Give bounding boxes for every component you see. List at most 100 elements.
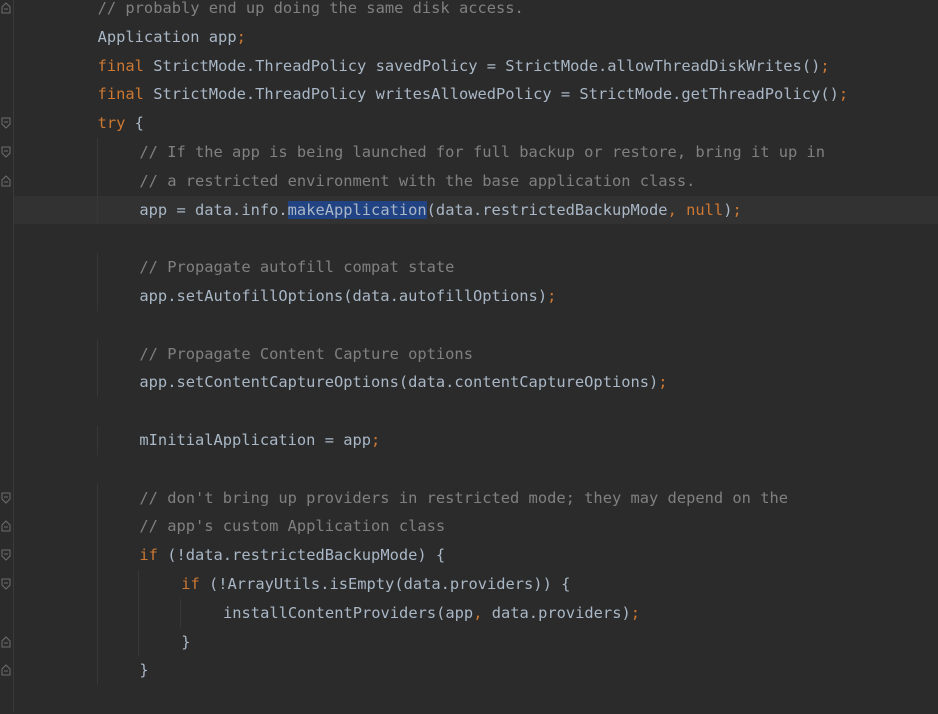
- code-token: ;: [630, 603, 641, 622]
- editor-gutter: [0, 0, 14, 712]
- code-comment: // app's custom Application class: [139, 517, 446, 536]
- fold-start-icon[interactable]: [1, 117, 11, 129]
- code-line[interactable]: // app's custom Application class: [14, 512, 938, 542]
- code-token: ;: [236, 27, 246, 46]
- code-line[interactable]: // Propagate Content Capture options: [14, 339, 938, 369]
- code-keyword: try: [97, 114, 135, 133]
- fold-start-icon[interactable]: [1, 146, 11, 158]
- indent-guide: [96, 339, 98, 369]
- code-token: StrictMode.ThreadPolicy savedPolicy = St…: [153, 56, 821, 75]
- code-comment: // probably end up doing the same disk a…: [97, 0, 524, 17]
- code-keyword: if: [139, 546, 168, 565]
- code-line-content: // Propagate autofill compat state: [139, 253, 454, 282]
- indent-guide: [96, 166, 98, 196]
- code-line[interactable]: }: [14, 656, 938, 686]
- code-token: Application app: [97, 27, 237, 46]
- indent-guide: [96, 569, 98, 599]
- fold-end-icon[interactable]: [1, 175, 11, 187]
- code-keyword: if: [181, 574, 209, 593]
- code-comment: // Propagate autofill compat state: [139, 258, 455, 277]
- code-line[interactable]: final StrictMode.ThreadPolicy writesAllo…: [14, 80, 938, 109]
- code-line[interactable]: }: [14, 627, 938, 657]
- code-line[interactable]: [14, 455, 938, 484]
- code-keyword: null: [686, 200, 724, 219]
- code-token: installContentProviders(app: [223, 603, 474, 622]
- code-line-content: if (!ArrayUtils.isEmpty(data.providers))…: [181, 570, 570, 599]
- indent-guide: [96, 512, 98, 542]
- code-line-content: app.setAutofillOptions(data.autofillOpti…: [139, 282, 556, 311]
- code-comment: // a restricted environment with the bas…: [139, 171, 696, 190]
- code-token: ;: [820, 56, 830, 75]
- code-line[interactable]: // If the app is being launched for full…: [14, 137, 938, 167]
- indent-guide: [138, 569, 140, 599]
- code-line-content: // Propagate Content Capture options: [139, 340, 473, 369]
- fold-start-icon[interactable]: [1, 578, 11, 590]
- code-comment: // Propagate Content Capture options: [139, 344, 473, 363]
- code-line-content: }: [139, 656, 148, 685]
- code-line[interactable]: // a restricted environment with the bas…: [14, 166, 938, 196]
- code-token: ;: [838, 85, 849, 104]
- code-token: mInitialApplication = app: [139, 430, 372, 449]
- code-line[interactable]: installContentProviders(app, data.provid…: [14, 598, 938, 628]
- fold-start-icon[interactable]: [1, 492, 11, 504]
- indent-guide: [138, 598, 140, 628]
- code-token: app.setAutofillOptions(data.autofillOpti…: [139, 286, 548, 305]
- code-token: StrictMode.ThreadPolicy writesAllowedPol…: [153, 85, 839, 104]
- fold-end-icon[interactable]: [1, 635, 11, 648]
- indent-guide: [96, 598, 98, 628]
- code-token: }: [139, 661, 149, 680]
- code-token: ;: [658, 373, 668, 392]
- indent-guide: [96, 137, 98, 167]
- code-line[interactable]: app.setContentCaptureOptions(data.conten…: [14, 368, 938, 398]
- code-keyword: final: [97, 85, 154, 104]
- indent-guide: [96, 483, 98, 513]
- code-line[interactable]: [14, 397, 938, 426]
- code-line-content: app.setContentCaptureOptions(data.conten…: [139, 368, 667, 397]
- code-keyword: final: [97, 56, 154, 75]
- code-line-content: // If the app is being launched for full…: [139, 138, 825, 167]
- code-line[interactable]: // probably end up doing the same disk a…: [14, 0, 938, 23]
- code-line[interactable]: if (!data.restrictedBackupMode) {: [14, 541, 938, 570]
- code-token: (!data.restrictedBackupMode) {: [167, 546, 446, 565]
- code-line-content: app = data.info.makeApplication(data.res…: [139, 196, 742, 225]
- indent-guide: [96, 195, 98, 225]
- indent-guide: [180, 598, 182, 628]
- code-token: ;: [371, 430, 381, 449]
- code-line[interactable]: [14, 311, 938, 340]
- indent-guide: [96, 656, 98, 686]
- code-line-content: final StrictMode.ThreadPolicy writesAllo…: [98, 80, 849, 109]
- code-line-content: final StrictMode.ThreadPolicy savedPolic…: [98, 52, 830, 81]
- fold-end-icon[interactable]: [1, 664, 11, 676]
- code-token: app = data.info.: [139, 200, 288, 219]
- indent-guide: [96, 541, 98, 570]
- code-line[interactable]: final StrictMode.ThreadPolicy savedPolic…: [14, 52, 938, 81]
- code-line[interactable]: Application app;: [14, 23, 938, 52]
- code-line[interactable]: app.setAutofillOptions(data.autofillOpti…: [14, 281, 938, 311]
- code-line-content: if (!data.restrictedBackupMode) {: [139, 541, 445, 570]
- code-comment: // If the app is being launched for full…: [139, 142, 826, 161]
- code-token: (!ArrayUtils.isEmpty(data.providers)) {: [209, 574, 571, 593]
- code-editor[interactable]: // probably end up doing the same disk a…: [14, 0, 938, 714]
- fold-end-icon[interactable]: [1, 2, 11, 14]
- code-line-content: try {: [98, 109, 144, 138]
- indent-guide: [96, 281, 98, 311]
- code-line[interactable]: [14, 685, 938, 714]
- selected-text: makeApplication: [287, 200, 427, 219]
- code-line-content: // don't bring up providers in restricte…: [139, 484, 788, 513]
- fold-start-icon[interactable]: [1, 549, 11, 561]
- code-token: app.setContentCaptureOptions(data.conten…: [139, 373, 659, 392]
- code-line[interactable]: // don't bring up providers in restricte…: [14, 483, 938, 513]
- code-line[interactable]: if (!ArrayUtils.isEmpty(data.providers))…: [14, 569, 938, 599]
- fold-end-icon[interactable]: [1, 520, 11, 532]
- code-token: data.providers): [491, 603, 631, 622]
- code-line-content: Application app;: [98, 23, 246, 52]
- code-line[interactable]: mInitialApplication = app;: [14, 425, 938, 455]
- code-line[interactable]: try {: [14, 109, 938, 138]
- code-token: (data.restrictedBackupMode: [426, 200, 668, 219]
- code-token: {: [134, 114, 144, 133]
- code-token: ,: [473, 603, 492, 622]
- code-line[interactable]: [14, 224, 938, 253]
- code-line-current[interactable]: app = data.info.makeApplication(data.res…: [14, 195, 938, 225]
- code-line[interactable]: // Propagate autofill compat state: [14, 253, 938, 282]
- indent-guide: [96, 368, 98, 398]
